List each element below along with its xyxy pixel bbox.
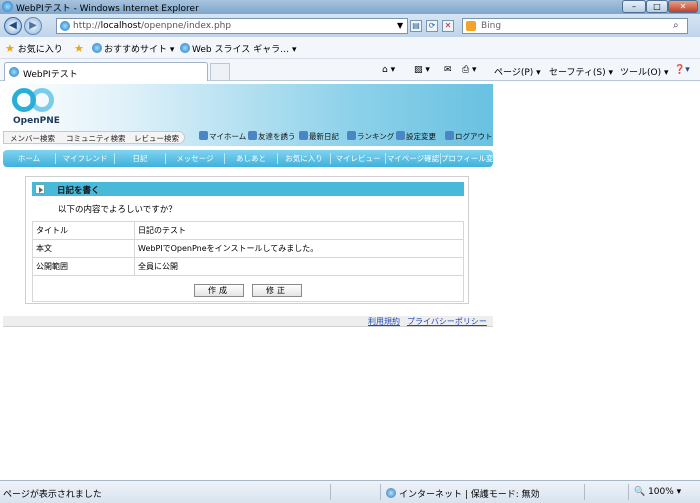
- zoom-level[interactable]: 🔍 100% ▾: [634, 487, 681, 497]
- table-row: タイトル 日記のテスト: [32, 221, 464, 240]
- star-icon: ★: [5, 42, 15, 55]
- diary-confirm-panel: 日記を書く 以下の内容でよろしいですか？ タイトル 日記のテスト 本文 WebP…: [25, 176, 469, 304]
- table-row: 本文 WebPIでOpenPneをインストールしてみました。: [32, 239, 464, 258]
- row-value: 全員に公開: [134, 257, 464, 276]
- search-links: メンバー検索 コミュニティ検索 レビュー検索: [3, 131, 185, 144]
- panel-header: 日記を書く: [32, 182, 464, 196]
- logout-link[interactable]: ログアウト: [445, 131, 493, 142]
- globe-icon: [386, 488, 396, 498]
- tab-title: WebPIテスト: [23, 70, 78, 80]
- tab-row: WebPIテスト ⌂ ▾ ▧ ▾ ✉ ⎙ ▾ ページ(P) ▾ セーフティ(S)…: [0, 59, 700, 81]
- address-bar[interactable]: http://localhost/openpne/index.php ▼: [56, 18, 408, 34]
- menu-home[interactable]: ホーム: [3, 150, 55, 167]
- terms-link[interactable]: 利用規約: [368, 316, 400, 327]
- feeds-icon[interactable]: ▧ ▾: [414, 65, 430, 75]
- gear-icon: [396, 131, 405, 140]
- create-button[interactable]: 作成: [194, 284, 244, 297]
- suggested-sites-link[interactable]: おすすめサイト ▾: [92, 42, 174, 55]
- menu-my-page-check[interactable]: マイページ確認: [386, 150, 440, 167]
- ranking-icon: [347, 131, 356, 140]
- url-text: http://localhost/openpne/index.php: [73, 21, 232, 31]
- status-bar: ページが表示されました インターネット | 保護モード: 無効 🔍 100% ▾: [0, 480, 700, 503]
- button-row: [32, 275, 464, 302]
- ie-logo-icon: [2, 1, 13, 12]
- address-toolbar: ◀ ▶ http://localhost/openpne/index.php ▼…: [0, 14, 700, 37]
- openpne-logo[interactable]: OpenPNE: [10, 88, 60, 130]
- home-icon: [199, 131, 208, 140]
- my-home-link[interactable]: マイホーム: [199, 131, 246, 142]
- title-bar: WebPIテスト - Windows Internet Explorer – □…: [0, 0, 700, 14]
- status-message: ページが表示されました: [3, 490, 102, 500]
- page-icon: [92, 43, 102, 53]
- search-icon[interactable]: ⌕: [673, 20, 679, 31]
- web-slice-gallery-link[interactable]: Web スライス ギャラ… ▾: [180, 42, 296, 55]
- review-search-link[interactable]: レビュー検索: [134, 133, 179, 144]
- latest-diary-link[interactable]: 最新日記: [299, 131, 339, 142]
- forward-button[interactable]: ▶: [24, 17, 42, 35]
- menu-footprints[interactable]: あしあと: [225, 150, 277, 167]
- menu-favorites[interactable]: お気に入り: [278, 150, 330, 167]
- menu-my-reviews[interactable]: マイレビュー: [331, 150, 385, 167]
- logo-text: OpenPNE: [13, 116, 60, 126]
- menu-my-friends[interactable]: マイフレンド: [56, 150, 114, 167]
- table-row: 公開範囲 全員に公開: [32, 257, 464, 276]
- edit-button[interactable]: 修正: [252, 284, 302, 297]
- member-search-link[interactable]: メンバー検索: [10, 133, 55, 144]
- confirm-table: タイトル 日記のテスト 本文 WebPIでOpenPneをインストールしてみまし…: [32, 221, 464, 276]
- new-tab-button[interactable]: [210, 63, 230, 80]
- window-title: WebPIテスト - Windows Internet Explorer: [16, 4, 199, 14]
- ranking-link[interactable]: ランキング: [347, 131, 394, 142]
- pencil-icon: [299, 131, 308, 140]
- help-icon[interactable]: ❓▾: [674, 65, 690, 75]
- row-value: WebPIでOpenPneをインストールしてみました。: [134, 239, 464, 258]
- favorites-button[interactable]: ★ お気に入り: [5, 42, 63, 55]
- security-zone[interactable]: インターネット | 保護モード: 無効: [386, 487, 540, 500]
- close-button[interactable]: ✕: [668, 0, 698, 13]
- address-dropdown-icon[interactable]: ▼: [397, 21, 403, 30]
- site-header: OpenPNE メンバー検索 コミュニティ検索 レビュー検索 マイホーム 友達を…: [3, 84, 493, 146]
- community-search-link[interactable]: コミュニティ検索: [66, 133, 126, 144]
- browser-window: WebPIテスト - Windows Internet Explorer – □…: [0, 0, 700, 503]
- add-favorite-icon[interactable]: ★: [74, 42, 84, 55]
- mail-icon[interactable]: ✉: [444, 65, 452, 75]
- page-icon: [9, 67, 19, 77]
- safety-menu[interactable]: セーフティ(S) ▾: [549, 65, 613, 78]
- tab-webpi[interactable]: WebPIテスト: [4, 62, 208, 81]
- row-label: 公開範囲: [32, 257, 135, 276]
- print-icon[interactable]: ⎙ ▾: [462, 65, 477, 75]
- tools-menu[interactable]: ツール(O) ▾: [620, 65, 669, 78]
- page-icon: [180, 43, 190, 53]
- panel-title: 日記を書く: [57, 186, 100, 196]
- main-menu: ホーム マイフレンド 日記 メッセージ あしあと お気に入り マイレビュー マイ…: [3, 150, 501, 167]
- refresh-icon[interactable]: ⟳: [426, 20, 438, 32]
- page-icon: [60, 21, 70, 31]
- row-label: 本文: [32, 239, 135, 258]
- privacy-policy-link[interactable]: プライバシーポリシー: [407, 316, 487, 327]
- bing-icon: [466, 21, 476, 31]
- settings-link[interactable]: 設定変更: [396, 131, 436, 142]
- back-arrow-icon: ◀: [9, 20, 17, 31]
- menu-profile-edit[interactable]: プロフィール変更: [441, 150, 501, 167]
- search-input[interactable]: Bing: [481, 21, 501, 31]
- home-icon[interactable]: ⌂ ▾: [382, 65, 395, 75]
- maximize-button[interactable]: □: [646, 0, 668, 13]
- page-menu[interactable]: ページ(P) ▾: [494, 65, 541, 78]
- row-label: タイトル: [32, 221, 135, 240]
- search-box[interactable]: Bing ⌕: [462, 18, 688, 34]
- minimize-button[interactable]: –: [622, 0, 646, 13]
- back-button[interactable]: ◀: [4, 17, 22, 35]
- invite-friend-link[interactable]: 友達を誘う: [248, 131, 296, 142]
- menu-diary[interactable]: 日記: [115, 150, 165, 167]
- stop-icon[interactable]: ✕: [442, 20, 454, 32]
- confirm-question: 以下の内容でよろしいですか？: [58, 205, 177, 215]
- menu-messages[interactable]: メッセージ: [166, 150, 224, 167]
- logout-icon: [445, 131, 454, 140]
- row-value: 日記のテスト: [134, 221, 464, 240]
- person-icon: [248, 131, 257, 140]
- compatibility-view-icon[interactable]: ▤: [410, 20, 422, 32]
- forward-arrow-icon: ▶: [29, 20, 37, 31]
- arrow-right-icon: [35, 184, 45, 194]
- favorites-bar: ★ お気に入り ★ おすすめサイト ▾ Web スライス ギャラ… ▾: [0, 37, 700, 59]
